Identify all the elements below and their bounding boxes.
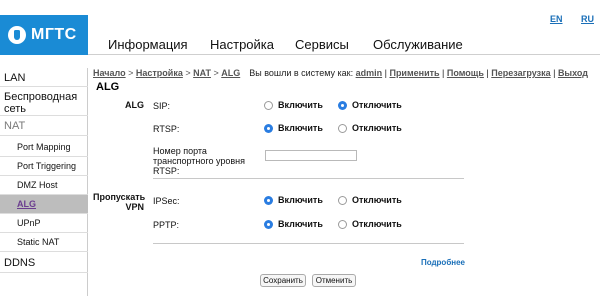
pptp-enable-radio[interactable]	[264, 219, 273, 229]
sidebar-item-lan[interactable]: LAN	[0, 70, 88, 87]
logo-mark-icon	[8, 26, 26, 44]
more-info-link[interactable]: Подробнее	[421, 258, 465, 267]
breadcrumb-home[interactable]: Начало	[93, 68, 126, 78]
alg-group-label: ALG	[125, 100, 144, 110]
sip-disable-option[interactable]: Отключить	[338, 100, 402, 110]
sidebar-item-wireless[interactable]: Беспроводная сеть	[0, 89, 88, 116]
user-link[interactable]: admin	[356, 68, 383, 78]
sidebar-item-port-mapping[interactable]: Port Mapping	[0, 138, 88, 157]
nav-settings[interactable]: Настройка	[210, 37, 274, 52]
ipsec-enable-radio[interactable]	[264, 195, 273, 205]
sidebar-item-static-nat[interactable]: Static NAT	[0, 233, 88, 252]
breadcrumb-alg[interactable]: ALG	[221, 68, 240, 78]
ipsec-enable-option[interactable]: Включить	[264, 195, 323, 205]
top-navigation: Информация Настройка Сервисы Обслуживани…	[88, 32, 600, 55]
logout-link[interactable]: Выход	[558, 68, 588, 78]
sidebar-item-nat[interactable]: NAT	[0, 116, 88, 136]
section-divider	[153, 243, 464, 244]
sip-enable-option[interactable]: Включить	[264, 100, 323, 110]
rtsp-enable-radio[interactable]	[264, 123, 273, 133]
sidebar-item-upnp[interactable]: UPnP	[0, 214, 88, 233]
nav-info[interactable]: Информация	[108, 37, 188, 52]
rtsp-port-input[interactable]	[265, 150, 357, 161]
cancel-button[interactable]: Отменить	[312, 274, 356, 287]
breadcrumb-settings[interactable]: Настройка	[136, 68, 183, 78]
pptp-disable-radio[interactable]	[338, 219, 347, 229]
sidebar-item-port-triggering[interactable]: Port Triggering	[0, 157, 88, 176]
sidebar: LAN Беспроводная сеть NAT Port Mapping P…	[0, 68, 88, 296]
save-button[interactable]: Сохранить	[260, 274, 306, 287]
sidebar-item-alg-label: ALG	[17, 199, 36, 209]
vpn-group-label: Пропускать VPN	[93, 192, 146, 212]
lang-ru-link[interactable]: RU	[581, 14, 594, 24]
sidebar-item-dmz-host[interactable]: DMZ Host	[0, 176, 88, 195]
breadcrumb: Начало > Настройка > NAT > ALG	[93, 68, 241, 78]
language-switcher: EN RU	[534, 14, 594, 24]
nav-maintenance[interactable]: Обслуживание	[373, 37, 463, 52]
pptp-disable-option[interactable]: Отключить	[338, 219, 402, 229]
pptp-label: PPTP:	[153, 220, 180, 230]
sip-enable-radio[interactable]	[264, 100, 273, 110]
reboot-link[interactable]: Перезагрузка	[491, 68, 550, 78]
apply-link[interactable]: Применить	[389, 68, 439, 78]
section-divider	[153, 178, 464, 179]
rtsp-disable-radio[interactable]	[338, 123, 347, 133]
pptp-enable-option[interactable]: Включить	[264, 219, 323, 229]
login-text: Вы вошли в систему как:	[249, 68, 354, 78]
rtsp-label: RTSP:	[153, 124, 180, 134]
help-link[interactable]: Помощь	[447, 68, 484, 78]
user-actions: Вы вошли в систему как: admin | Применит…	[249, 68, 588, 78]
sidebar-item-alg[interactable]: ALG	[0, 195, 88, 214]
page-title: ALG	[96, 81, 120, 93]
rtsp-disable-option[interactable]: Отключить	[338, 123, 402, 133]
ipsec-disable-radio[interactable]	[338, 195, 347, 205]
sip-disable-radio[interactable]	[338, 100, 347, 110]
sidebar-item-ddns[interactable]: DDNS	[0, 253, 88, 273]
brand-name: МГТС	[31, 26, 77, 43]
ipsec-disable-option[interactable]: Отключить	[338, 195, 402, 205]
rtsp-port-label: Номер порта транспортного уровня RTSP:	[153, 146, 246, 176]
lang-en-link[interactable]: EN	[550, 14, 563, 24]
ipsec-label: IPSec:	[153, 196, 180, 206]
nav-services[interactable]: Сервисы	[295, 37, 349, 52]
breadcrumb-nat[interactable]: NAT	[193, 68, 211, 78]
sip-label: SIP:	[153, 101, 171, 111]
rtsp-enable-option[interactable]: Включить	[264, 123, 323, 133]
brand-logo: МГТС	[0, 15, 88, 55]
